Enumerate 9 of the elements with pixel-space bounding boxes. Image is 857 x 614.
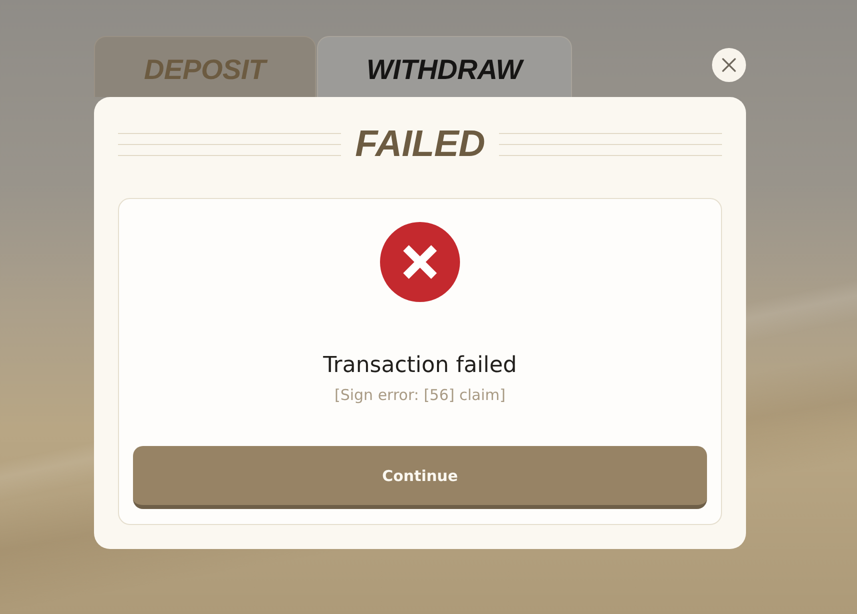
close-icon (722, 58, 736, 72)
continue-button[interactable]: Continue (133, 446, 707, 509)
status-message: Transaction failed (323, 352, 517, 380)
tab[interactable]: WITHDRAW (316, 36, 572, 97)
error-detail: [Sign error: [56] claim] (334, 385, 506, 405)
tab[interactable]: DEPOSIT (94, 36, 316, 97)
close-button[interactable] (712, 48, 746, 82)
dialog-title: FAILED (355, 122, 485, 166)
error-icon (380, 222, 460, 302)
